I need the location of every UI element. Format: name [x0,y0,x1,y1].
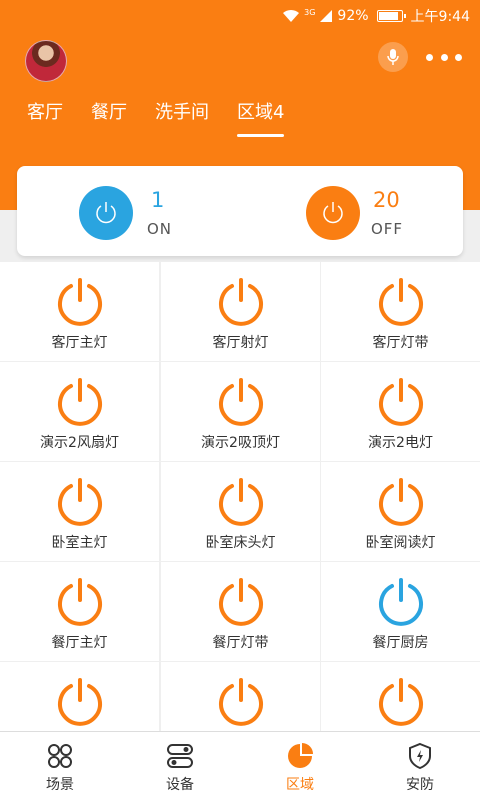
device-name: 客厅射灯 [212,335,269,351]
nav-label: 安防 [406,777,434,793]
bottom-nav: 场景 设备 区域 安防 [0,731,480,800]
status-bar: 3G 92% 上午9:44 [0,0,480,30]
device-grid: 客厅主灯 客厅射灯 客厅灯带演示2风扇灯 演示2吸顶灯 演示2电灯卧室主灯 卧室床头灯 卧室… [0,262,480,732]
all-off-button[interactable] [306,186,360,240]
nav-security[interactable]: 安防 [360,732,480,800]
more-dot-icon [440,53,448,61]
device-name: 卧室主灯 [51,535,108,551]
battery-percent: 92% [337,8,369,24]
device-tile[interactable] [0,662,159,732]
device-tile[interactable]: 卧室阅读灯 [321,462,480,561]
device-tile[interactable]: 客厅射灯 [161,262,320,361]
device-tile[interactable]: 餐厅灯带 [161,562,320,661]
device-icon [167,744,193,768]
device-tile[interactable]: 演示2风扇灯 [0,362,159,461]
nav-label: 场景 [46,777,74,793]
device-tile[interactable]: 餐厅厨房 [321,562,480,661]
area-icon [288,743,313,768]
area-tabs: 客厅 餐厅 洗手间 区域4 [0,98,480,138]
network-type: 3G [304,7,316,17]
power-toggle-icon [379,678,423,726]
active-tab-indicator [237,134,285,137]
scene-icon [48,744,72,768]
power-icon [323,202,343,224]
power-toggle-icon [379,278,423,326]
power-toggle-icon [219,478,263,526]
power-toggle-icon [58,278,102,326]
power-toggle-icon [379,478,423,526]
microphone-icon [387,49,399,65]
device-tile[interactable]: 客厅主灯 [0,262,159,361]
all-on-button[interactable] [79,186,133,240]
avatar[interactable] [25,40,67,82]
device-name: 餐厅灯带 [212,635,269,651]
voice-button[interactable] [378,42,408,72]
power-icon [96,202,116,224]
more-dot-icon [426,53,433,61]
device-name: 客厅主灯 [51,335,108,351]
nav-label: 设备 [166,777,194,793]
device-name: 客厅灯带 [372,335,429,351]
power-toggle-icon [58,678,102,726]
tab-area4[interactable]: 区域4 [237,98,285,137]
signal-icon [320,10,333,22]
device-tile[interactable] [161,662,320,732]
wifi-icon [283,9,300,22]
more-button[interactable] [424,44,464,70]
power-toggle-icon [219,378,263,426]
device-name: 演示2电灯 [368,435,433,451]
power-toggle-icon [58,578,102,626]
summary-card: 1 ON 20 OFF [17,166,463,256]
device-name: 餐厅厨房 [372,635,429,651]
device-tile[interactable]: 客厅灯带 [321,262,480,361]
device-tile[interactable]: 餐厅主灯 [0,562,159,661]
power-toggle-icon [219,578,263,626]
device-tile[interactable]: 卧室主灯 [0,462,159,561]
device-name: 演示2吸顶灯 [201,435,280,451]
off-count: 20 [373,188,400,212]
device-tile[interactable]: 演示2吸顶灯 [161,362,320,461]
security-icon [409,742,431,770]
device-tile[interactable] [321,662,480,732]
power-toggle-icon [379,578,423,626]
power-toggle-icon [58,378,102,426]
nav-device[interactable]: 设备 [120,732,240,800]
device-tile[interactable]: 演示2电灯 [321,362,480,461]
device-tile[interactable]: 卧室床头灯 [161,462,320,561]
battery-icon [376,10,406,22]
on-label: ON [147,220,173,238]
power-toggle-icon [58,478,102,526]
device-name: 演示2风扇灯 [40,435,119,451]
tab-dining-room[interactable]: 餐厅 [91,98,127,128]
power-toggle-icon [219,678,263,726]
power-toggle-icon [219,278,263,326]
device-name: 卧室床头灯 [205,535,276,551]
nav-scene[interactable]: 场景 [0,732,120,800]
off-label: OFF [371,220,404,238]
tab-washroom[interactable]: 洗手间 [155,98,209,128]
device-name: 餐厅主灯 [51,635,108,651]
more-dot-icon [455,53,462,61]
tab-living-room[interactable]: 客厅 [27,98,63,128]
nav-area[interactable]: 区域 [240,732,360,800]
nav-label: 区域 [286,777,314,793]
device-name: 卧室阅读灯 [365,535,436,551]
on-count: 1 [151,188,165,212]
power-toggle-icon [379,378,423,426]
clock: 上午9:44 [410,9,470,25]
